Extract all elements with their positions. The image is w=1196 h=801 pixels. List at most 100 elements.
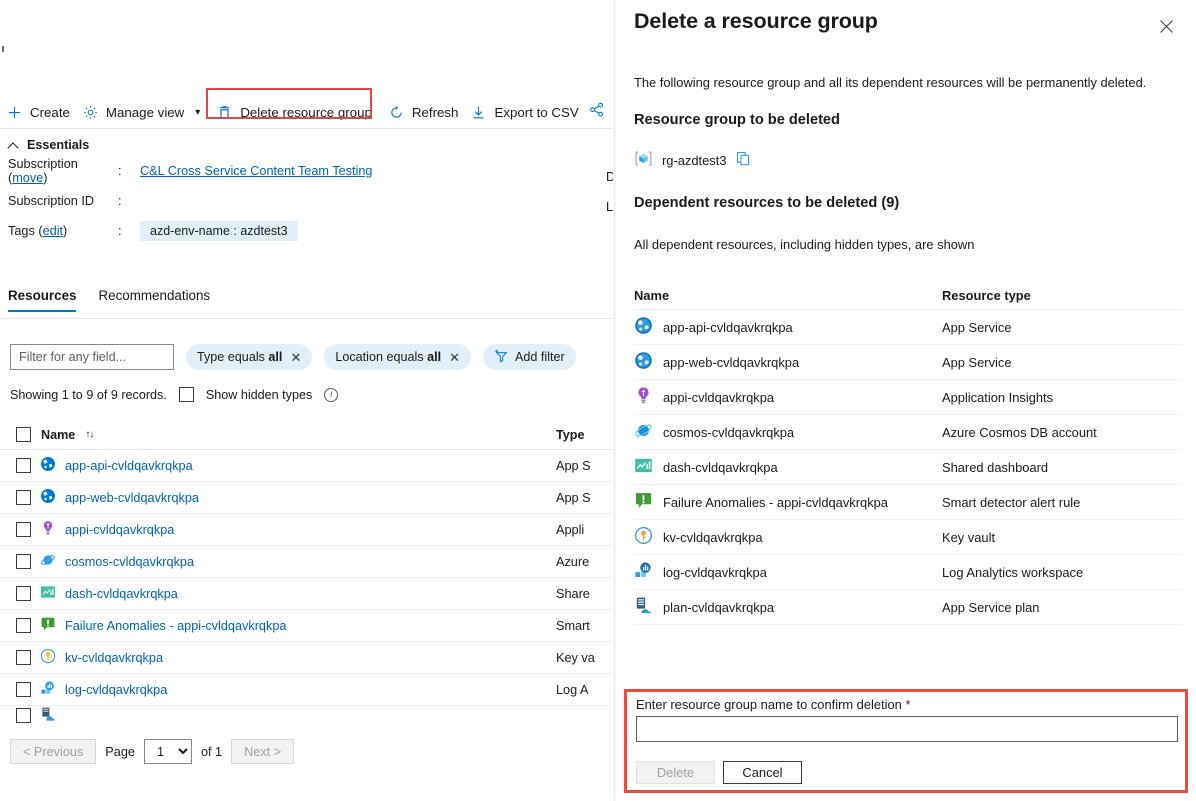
table-row-clipped[interactable]	[0, 706, 616, 724]
table-row[interactable]: app-api-cvldqavkrqkpa App S	[0, 450, 616, 482]
filter-pill-location[interactable]: Location equals all ✕	[324, 344, 471, 370]
create-button[interactable]: Create	[0, 97, 76, 127]
row-checkbox[interactable]	[16, 650, 31, 665]
tags-label-text: Tags	[8, 224, 35, 238]
table-row: Failure Anomalies - appi-cvldqavkrqkpa S…	[634, 485, 1182, 520]
next-page-button[interactable]: Next >	[231, 739, 295, 764]
delete-button[interactable]: Delete	[636, 761, 715, 784]
table-row[interactable]: app-web-cvldqavkrqkpa App S	[0, 482, 616, 514]
row-type-cell: Key va	[556, 650, 595, 665]
share-button[interactable]	[585, 102, 605, 123]
dependent-resource-name: app-web-cvldqavkrqkpa	[663, 354, 800, 370]
row-checkbox[interactable]	[16, 554, 31, 569]
row-name-cell: log-cvldqavkrqkpa	[634, 561, 942, 583]
resource-link[interactable]: app-web-cvldqavkrqkpa	[65, 491, 199, 505]
row-name-cell: appi-cvldqavkrqkpa	[634, 386, 942, 408]
row-name-cell: log-cvldqavkrqkpa	[16, 680, 556, 699]
filter-input[interactable]	[10, 344, 174, 370]
essentials-row-subscription: Subscription (move) : C&L Cross Service …	[0, 156, 616, 186]
confirm-actions: Delete Cancel	[636, 761, 802, 784]
trash-icon	[216, 104, 233, 121]
panel-intro-text: The following resource group and all its…	[634, 75, 1147, 90]
show-hidden-types-checkbox[interactable]	[178, 387, 194, 402]
resource-link[interactable]: app-api-cvldqavkrqkpa	[65, 459, 193, 473]
required-asterisk: *	[905, 697, 911, 712]
confirm-resource-group-name-input[interactable]	[636, 716, 1178, 742]
tabs-divider	[0, 318, 616, 319]
resource-link[interactable]: Failure Anomalies - appi-cvldqavkrqkpa	[65, 619, 286, 633]
tab-resources[interactable]: Resources	[8, 288, 77, 312]
subscription-label: Subscription (move)	[8, 157, 78, 185]
cancel-button[interactable]: Cancel	[723, 761, 802, 784]
row-name-cell: Failure Anomalies - appi-cvldqavkrqkpa	[634, 491, 942, 513]
table-row[interactable]: cosmos-cvldqavkrqkpa Azure	[0, 546, 616, 578]
dependent-resources-section-heading: Dependent resources to be deleted (9)	[634, 195, 900, 211]
column-header-resource-type: Resource type	[942, 288, 1031, 303]
resource-link[interactable]: log-cvldqavkrqkpa	[65, 683, 167, 697]
row-checkbox[interactable]	[16, 707, 31, 723]
export-to-csv-button[interactable]: Export to CSV	[464, 97, 584, 127]
tab-recommendations[interactable]: Recommendations	[98, 288, 210, 312]
resource-group-icon	[634, 149, 653, 171]
resource-link[interactable]: appi-cvldqavkrqkpa	[65, 523, 174, 537]
dependent-table-header: Name Resource type	[634, 282, 1182, 310]
resource-link[interactable]: kv-cvldqavkrqkpa	[65, 651, 163, 665]
row-name-cell: app-api-cvldqavkrqkpa	[16, 456, 556, 475]
row-checkbox[interactable]	[16, 586, 31, 601]
table-row[interactable]: Failure Anomalies - appi-cvldqavkrqkpa S…	[0, 610, 616, 642]
log-analytics-icon	[634, 561, 653, 583]
row-checkbox[interactable]	[16, 458, 31, 473]
azure-portal-screen: Create Manage view ▾ Delete resource gro…	[0, 0, 1196, 801]
manage-view-label: Manage view	[105, 104, 185, 120]
close-icon[interactable]: ✕	[290, 351, 301, 364]
filter-pill-type-text: Type equals all	[197, 350, 282, 364]
info-icon[interactable]: i	[324, 387, 339, 402]
refresh-icon	[388, 104, 405, 121]
subscription-name-link[interactable]: C&L Cross Service Content Team Testing	[140, 164, 372, 178]
previous-page-button[interactable]: < Previous	[10, 739, 97, 764]
row-checkbox[interactable]	[16, 522, 31, 537]
manage-view-button[interactable]: Manage view ▾	[76, 97, 206, 127]
essentials-label: Essentials	[27, 138, 90, 152]
resource-link[interactable]: dash-cvldqavkrqkpa	[65, 587, 178, 601]
subscription-label-text: Subscription	[8, 157, 78, 171]
refresh-button[interactable]: Refresh	[382, 97, 465, 127]
pane-tabs: Resources Recommendations	[8, 288, 210, 312]
delete-resource-group-panel: Delete a resource group The following re…	[616, 0, 1196, 801]
header-cell-name[interactable]: Name ↑↓	[16, 427, 556, 442]
colon-1: :	[118, 164, 122, 178]
tags-edit-link[interactable]: edit	[43, 224, 63, 238]
page-select[interactable]: 1	[143, 739, 192, 764]
row-checkbox[interactable]	[16, 682, 31, 697]
close-icon[interactable]	[1152, 12, 1180, 40]
row-checkbox[interactable]	[16, 490, 31, 505]
essentials-header[interactable]: Essentials	[0, 134, 616, 156]
command-toolbar: Create Manage view ▾ Delete resource gro…	[0, 88, 616, 128]
filter-pill-type-prefix: Type equals	[197, 350, 265, 364]
dependent-resource-type: App Service	[942, 354, 1012, 370]
subscription-move-link[interactable]: move	[12, 171, 43, 185]
dependent-resource-name: kv-cvldqavkrqkpa	[663, 529, 763, 545]
resource-link[interactable]: cosmos-cvldqavkrqkpa	[65, 555, 194, 569]
share-icon	[589, 102, 605, 123]
copy-icon[interactable]	[736, 151, 751, 169]
showing-records-row: Showing 1 to 9 of 9 records. Show hidden…	[10, 387, 339, 402]
table-row[interactable]: appi-cvldqavkrqkpa Appli	[0, 514, 616, 546]
row-type-cell: App S	[556, 490, 591, 505]
table-row[interactable]: log-cvldqavkrqkpa Log A	[0, 674, 616, 706]
dependent-resource-name: cosmos-cvldqavkrqkpa	[663, 424, 795, 440]
table-row[interactable]: dash-cvldqavkrqkpa Share	[0, 578, 616, 610]
dependent-resource-name: appi-cvldqavkrqkpa	[663, 389, 775, 405]
add-filter-icon	[494, 349, 509, 366]
select-all-checkbox[interactable]	[16, 427, 31, 442]
essentials-row-tags: Tags (edit) : azd-env-name : azdtest3	[0, 216, 616, 246]
delete-resource-group-button[interactable]: Delete resource group	[210, 97, 378, 127]
row-checkbox[interactable]	[16, 618, 31, 633]
tag-pill[interactable]: azd-env-name : azdtest3	[140, 221, 298, 241]
resources-table: Name ↑↓ Type app-api-cvldqavkrqkpa App S	[0, 420, 616, 724]
resource-group-name: rg-azdtest3	[662, 152, 727, 168]
table-row[interactable]: kv-cvldqavkrqkpa Key va	[0, 642, 616, 674]
add-filter-button[interactable]: Add filter	[483, 344, 576, 370]
close-icon[interactable]: ✕	[449, 351, 460, 364]
filter-pill-type[interactable]: Type equals all ✕	[186, 344, 313, 370]
